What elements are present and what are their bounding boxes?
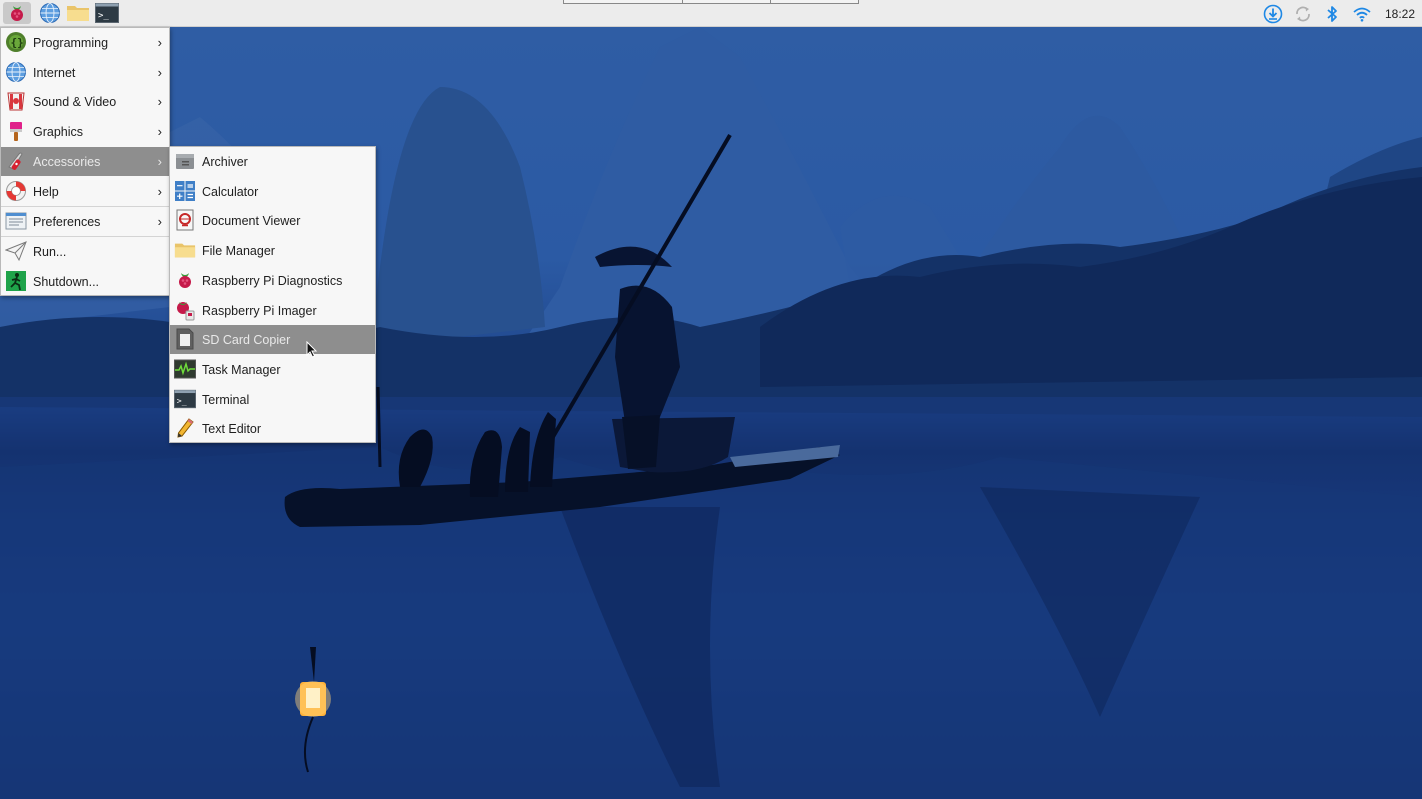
menu-item-shutdown[interactable]: Shutdown... [1, 267, 169, 296]
folder-icon [67, 6, 89, 21]
web-browser-launcher[interactable] [38, 2, 62, 24]
svg-text:{}: {} [11, 36, 24, 49]
chevron-right-icon: › [157, 124, 162, 139]
paintbrush-icon [5, 120, 27, 142]
raspberry-icon [174, 269, 196, 291]
bluetooth-tray-button[interactable] [1321, 3, 1343, 25]
download-update-icon [1263, 4, 1283, 24]
chevron-right-icon: › [157, 214, 162, 229]
menu-item-label: Internet [33, 66, 76, 80]
raspberry-icon [11, 6, 23, 21]
submenu-item-terminal[interactable]: >_ Terminal [170, 385, 375, 414]
submenu-item-raspberry-pi-diagnostics[interactable]: Raspberry Pi Diagnostics [170, 266, 375, 295]
document-viewer-icon [174, 209, 196, 231]
menu-item-label: Help [33, 185, 59, 199]
menu-item-label: Preferences [33, 215, 101, 229]
pencil-icon [174, 417, 196, 439]
menu-item-graphics[interactable]: Graphics › [1, 117, 169, 146]
submenu-item-label: Raspberry Pi Imager [202, 304, 317, 318]
mouse-pointer-icon [306, 341, 318, 358]
network-sync-icon [1296, 6, 1310, 22]
chevron-right-icon: › [157, 154, 162, 169]
swiss-knife-icon [5, 150, 27, 172]
wifi-icon [1353, 7, 1371, 22]
submenu-item-calculator[interactable]: Calculator [170, 177, 375, 206]
bluetooth-icon [1327, 6, 1337, 22]
top-panel: >_ 18:22 [0, 0, 1422, 27]
submenu-item-task-manager[interactable]: Task Manager [170, 355, 375, 384]
preferences-icon [5, 210, 27, 232]
menu-item-label: Shutdown... [33, 275, 100, 289]
taskbar-window-strip [563, 0, 859, 4]
imager-icon [174, 299, 196, 321]
submenu-item-document-viewer[interactable]: Document Viewer [170, 206, 375, 235]
submenu-item-label: Raspberry Pi Diagnostics [202, 274, 343, 288]
terminal-launcher[interactable]: >_ [95, 2, 119, 24]
chevron-right-icon: › [157, 94, 162, 109]
menu-item-preferences[interactable]: Preferences › [1, 207, 169, 236]
menu-item-programming[interactable]: {} Programming › [1, 28, 169, 57]
menu-item-label: Accessories [33, 155, 101, 169]
submenu-item-label: SD Card Copier [202, 333, 291, 347]
submenu-item-sd-card-copier[interactable]: SD Card Copier [170, 325, 375, 354]
menu-item-label: Run... [33, 245, 67, 259]
accessories-submenu: Archiver Calculator Document Viewer File… [169, 146, 376, 443]
submenu-item-label: Calculator [202, 185, 259, 199]
menu-item-label: Graphics [33, 125, 84, 139]
folder-icon [174, 239, 196, 261]
chevron-right-icon: › [157, 65, 162, 80]
submenu-item-file-manager[interactable]: File Manager [170, 236, 375, 265]
terminal-icon: >_ [174, 388, 196, 410]
task-manager-icon [174, 358, 196, 380]
file-manager-launcher[interactable] [66, 2, 90, 24]
submenu-item-label: Archiver [202, 155, 248, 169]
globe-icon [40, 3, 60, 23]
submenu-item-archiver[interactable]: Archiver [170, 147, 375, 176]
clock[interactable]: 18:22 [1385, 7, 1415, 21]
menu-item-run[interactable]: Run... [1, 237, 169, 266]
menu-item-label: Sound & Video [33, 95, 117, 109]
submenu-item-label: File Manager [202, 244, 275, 258]
wifi-tray-button[interactable] [1351, 3, 1373, 25]
updates-tray-button[interactable] [1262, 3, 1284, 25]
programming-icon: {} [5, 31, 27, 53]
submenu-item-label: Document Viewer [202, 214, 301, 228]
svg-text:>_: >_ [177, 396, 187, 406]
chevron-right-icon: › [157, 35, 162, 50]
submenu-item-label: Text Editor [202, 422, 262, 436]
submenu-item-label: Terminal [202, 393, 250, 407]
network-tray-button[interactable] [1292, 3, 1314, 25]
raspberry-menu-button[interactable] [3, 2, 31, 24]
submenu-item-label: Task Manager [202, 363, 281, 377]
svg-text:>_: >_ [98, 11, 109, 21]
calculator-icon [174, 180, 196, 202]
menu-item-accessories[interactable]: Accessories › [1, 147, 169, 176]
submenu-item-raspberry-pi-imager[interactable]: Raspberry Pi Imager [170, 296, 375, 325]
menu-item-label: Programming [33, 36, 109, 50]
terminal-icon: >_ [95, 3, 119, 23]
menu-item-internet[interactable]: Internet › [1, 58, 169, 87]
lifebuoy-icon [5, 180, 27, 202]
chevron-right-icon: › [157, 184, 162, 199]
sd-card-icon [174, 328, 196, 350]
globe-icon [5, 61, 27, 83]
paper-plane-icon [5, 240, 27, 262]
exit-icon [5, 270, 27, 292]
archive-box-icon [174, 150, 196, 172]
menu-item-sound-video[interactable]: Sound & Video › [1, 87, 169, 116]
submenu-item-text-editor[interactable]: Text Editor [170, 414, 375, 443]
sound-video-icon [5, 90, 27, 112]
menu-item-help[interactable]: Help › [1, 177, 169, 206]
main-menu: {} Programming › Internet › Sound & Vide… [0, 27, 170, 296]
